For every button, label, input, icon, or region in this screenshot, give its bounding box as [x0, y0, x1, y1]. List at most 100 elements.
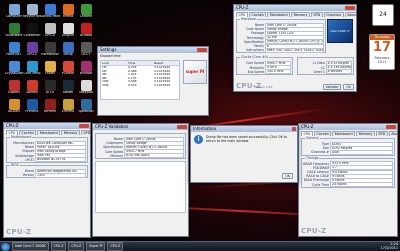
tab[interactable]: Mainboard — [267, 12, 291, 17]
field-value: 8 MBytes — [325, 69, 352, 75]
desktop-icon-label: Recycle Bin — [22, 15, 42, 18]
field-value: Nuvoton NCT6776 — [35, 157, 86, 163]
desktop-icon[interactable]: 3DMark — [22, 80, 42, 100]
window-controls[interactable] — [345, 6, 355, 10]
validation-window[interactable]: CPU-Z Validation Name Intel Core i7 2600K… — [92, 123, 189, 237]
details-table — [95, 160, 186, 213]
desktop-icon[interactable]: OCCT — [76, 42, 96, 62]
calendar-gadget[interactable]: Thursday 17 February 2011 — [369, 34, 395, 70]
field-label: Version — [22, 173, 34, 178]
tab[interactable]: Memory — [61, 130, 80, 135]
desktop-icon[interactable]: WPrime — [40, 99, 60, 119]
desktop-icon[interactable]: Acrobat — [76, 23, 96, 43]
desktop-icon[interactable]: Computer — [4, 4, 24, 24]
desktop-icon-label: Setup — [63, 53, 73, 56]
desktop-icon[interactable]: Recycle Bin — [22, 4, 42, 24]
system-tray[interactable]: 2:24 17/2/2011 — [381, 242, 398, 250]
superpi-window[interactable]: Settings Elapsed time Loop Time Result 1M 0… — [97, 46, 209, 116]
app-icon — [26, 61, 38, 72]
tab[interactable]: About — [388, 131, 397, 136]
tab[interactable]: Mainboard — [332, 131, 356, 136]
field-label: LPCIO — [24, 157, 34, 162]
column-header[interactable]: Loop — [101, 61, 127, 65]
window-controls[interactable] — [177, 125, 187, 129]
tab[interactable]: SPD — [80, 130, 90, 135]
timings-group: Timings DRAM Frequency 933.4 MHz FSB:DRAM 1… — [301, 156, 395, 188]
desktop-icon[interactable]: CrystalDisk — [4, 61, 24, 81]
title-bar[interactable]: CPU-Z — [299, 124, 397, 130]
cpuz-window-right[interactable]: CPU-Z CPUCachesMainboardMemorySPDAbout G… — [298, 123, 398, 237]
column-header[interactable]: Result — [153, 61, 179, 65]
window-controls[interactable] — [197, 48, 207, 52]
ok-button[interactable]: OK — [282, 173, 293, 179]
desktop-icon[interactable]: Everest — [58, 99, 78, 119]
tab[interactable]: Mainboard — [37, 130, 61, 135]
title-bar[interactable]: CPU-Z — [4, 123, 90, 129]
cpuz-window-left[interactable]: CPU-Z CPUCachesMainboardMemorySPDGraphic… — [3, 122, 91, 238]
tab[interactable]: SPD — [310, 12, 323, 17]
start-button[interactable] — [1, 242, 10, 251]
desktop-icon-label: GPU-Z — [44, 34, 56, 37]
list-item[interactable]: 32M 9.516 3.1415926 — [101, 84, 179, 88]
desktop-icon[interactable]: WinRAR — [76, 61, 96, 81]
app-icon — [26, 99, 38, 110]
desktop-icon-label: Chrome — [79, 15, 93, 18]
cpuz-window-top[interactable]: CPU-Z CPU Caches Mainboard Memory SPD Graphic… — [233, 4, 357, 92]
desktop-icon-label: ATTO — [45, 91, 55, 94]
window-controls[interactable] — [79, 124, 89, 128]
desktop-icon[interactable]: Core Temp — [22, 61, 42, 81]
desktop-icon[interactable]: SuperPI — [4, 80, 24, 100]
bios-group: BIOS Brand American Megatrends Inc. Versio… — [6, 163, 88, 179]
desktop-icon[interactable]: Firefox — [58, 4, 78, 24]
desktop-icon[interactable]: Setup — [58, 42, 78, 62]
app-icon — [44, 99, 56, 110]
desktop-icon[interactable]: GPU-Z — [40, 23, 60, 43]
desktop-icon[interactable]: Unigine — [58, 23, 78, 43]
tab[interactable]: Memory — [291, 12, 310, 17]
desktop-icon[interactable]: Folder — [40, 61, 60, 81]
app-icon — [44, 80, 56, 91]
desktop-icon[interactable]: HWMonitor — [40, 42, 60, 62]
desktop-icon[interactable]: Paint.NET — [4, 42, 24, 62]
tab[interactable]: About — [344, 12, 356, 17]
title-bar[interactable]: Settings — [98, 47, 208, 53]
group-title: Processor — [240, 17, 258, 21]
tab[interactable]: Graphics — [323, 12, 344, 17]
title-bar[interactable]: CPU-Z — [234, 5, 356, 11]
desktop-icon-label: WinRAR — [79, 72, 93, 75]
column-header[interactable]: Time — [127, 61, 153, 65]
desktop-icon-label: CPU-Z — [27, 53, 37, 56]
desktop-icon[interactable]: Prime95 — [22, 99, 42, 119]
desktop-icon[interactable]: ATTO — [40, 80, 60, 100]
desktop-icon-label: Computer — [6, 15, 22, 18]
desktop-icon[interactable]: Speedfan — [76, 99, 96, 119]
clock-gadget[interactable]: 24 — [372, 4, 394, 26]
app-icon — [80, 80, 92, 91]
cpuz-brand: CPU-Z — [6, 228, 32, 236]
results-list[interactable]: Loop Time Result 1M 0.234 3.1415926 2M 0.468 3.… — [100, 60, 180, 100]
app-icon — [44, 23, 56, 34]
desktop-icon-label: SuperPI — [7, 91, 21, 94]
field-label: Channels # — [311, 150, 329, 155]
desktop-icon[interactable]: Control Panel — [40, 4, 60, 24]
desktop-icon[interactable]: SiSoftware — [4, 23, 24, 43]
desktop-icon[interactable]: Cinebench — [22, 23, 42, 43]
window-controls[interactable] — [386, 125, 396, 129]
desktop-icon[interactable]: CPU-Z — [22, 42, 42, 62]
title-bar[interactable]: Information — [191, 126, 297, 132]
close-icon[interactable] — [292, 127, 296, 131]
field-label: Instructions — [245, 48, 264, 53]
calendar-day: 17 — [372, 40, 392, 55]
desktop-icon[interactable]: AIDA64 — [4, 99, 24, 119]
desktop-icon[interactable]: Steam — [58, 80, 78, 100]
title-bar[interactable]: CPU-Z Validation — [93, 124, 188, 130]
info-dialog[interactable]: Information i Dump file has been saved s… — [190, 125, 298, 183]
desktop-icon[interactable]: PCMark — [58, 61, 78, 81]
desktop-icon[interactable]: Notepad — [76, 80, 96, 100]
window-title: CPU-Z — [301, 124, 314, 129]
tab[interactable]: SPD — [375, 131, 388, 136]
tab[interactable]: Memory — [356, 131, 375, 136]
desktop-icon[interactable]: Chrome — [76, 4, 96, 24]
validate-button[interactable]: Validate — [322, 84, 342, 90]
ok-button[interactable]: OK — [343, 84, 354, 90]
